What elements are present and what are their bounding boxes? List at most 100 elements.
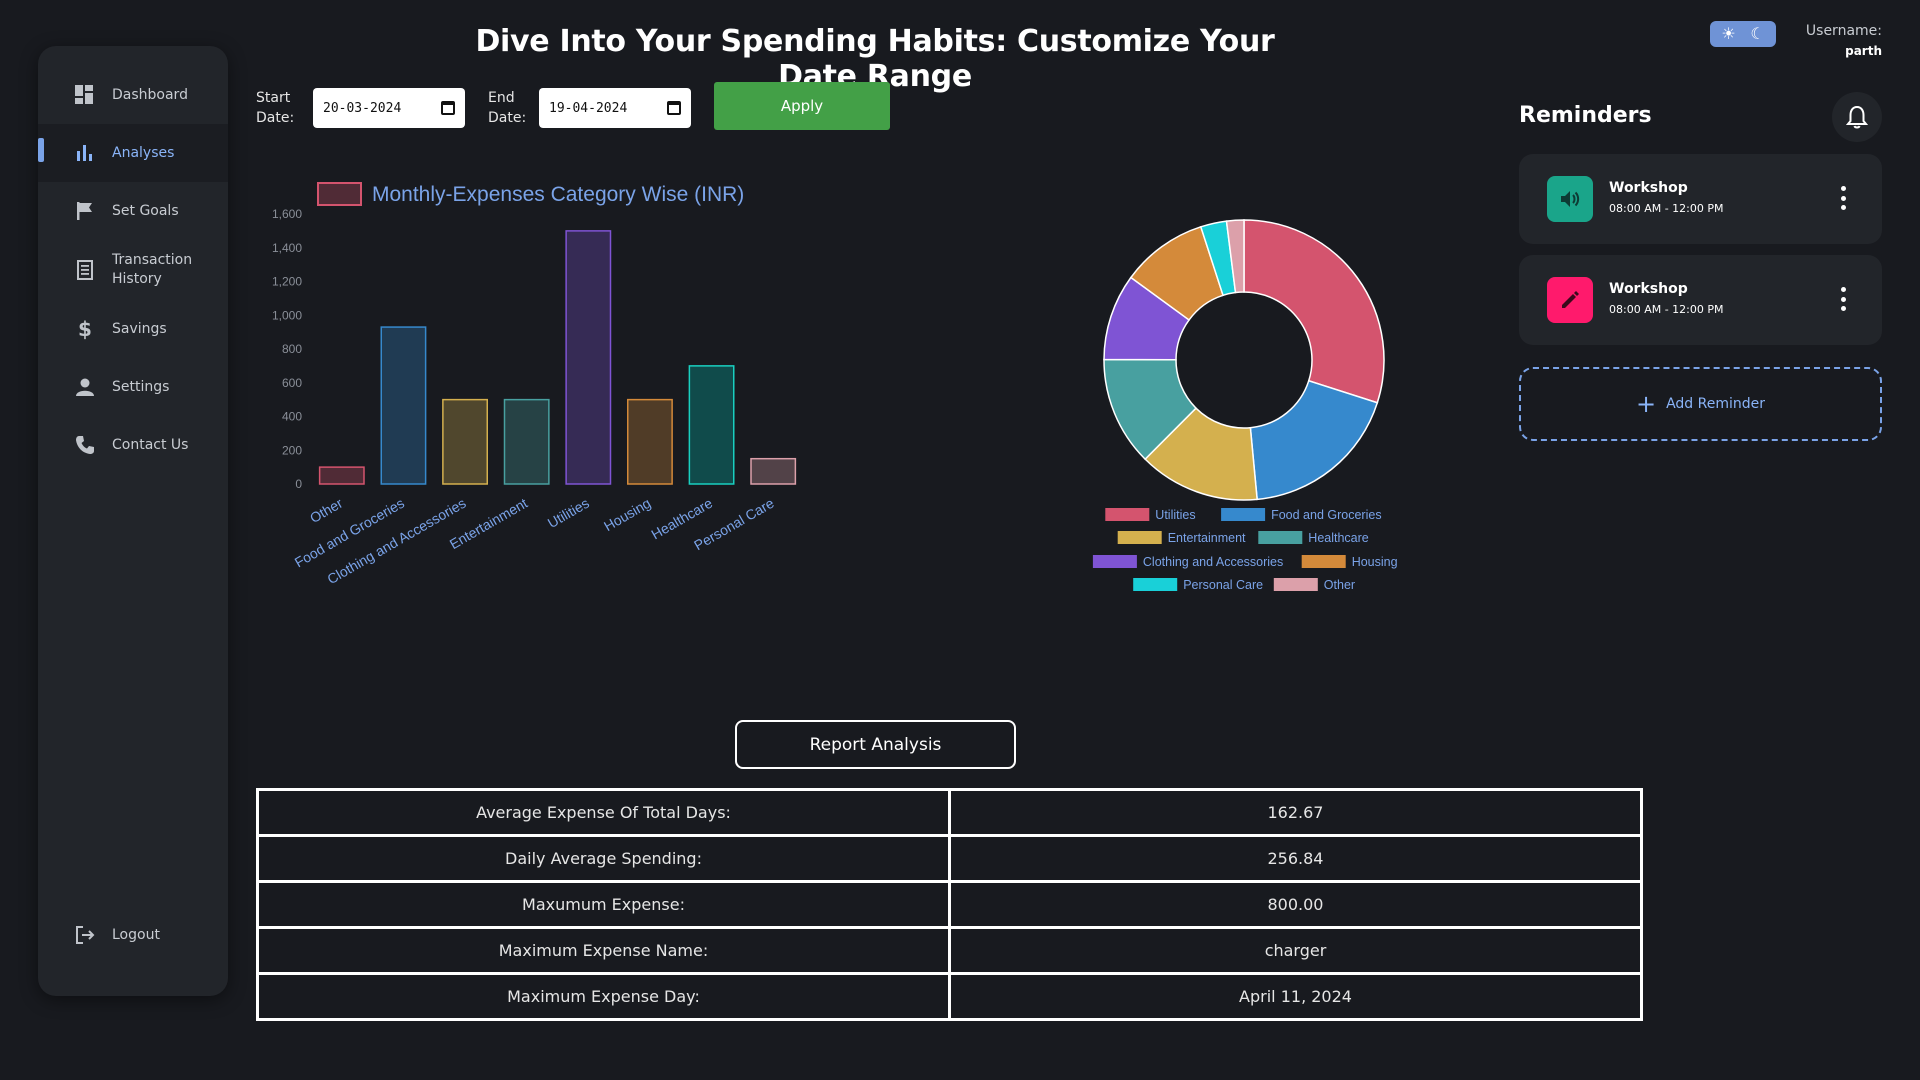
bar-chart: Monthly-Expenses Category Wise (INR) 0 20… <box>272 182 797 587</box>
x-tick-label: Other <box>307 495 346 527</box>
legend-swatch[interactable] <box>1133 578 1178 591</box>
more-vertical-icon[interactable] <box>1840 287 1846 311</box>
legend-swatch[interactable] <box>1258 531 1303 544</box>
sidebar-item-label: Analyses <box>112 144 175 161</box>
y-tick-label: 1,600 <box>272 207 302 221</box>
end-date-input[interactable]: 19-04-2024 <box>539 88 691 128</box>
reminders-title: Reminders <box>1519 103 1652 128</box>
legend-swatch[interactable] <box>1273 578 1318 591</box>
bar[interactable] <box>627 398 673 485</box>
report-value: 162.67 <box>948 788 1643 837</box>
legend-label[interactable]: Entertainment <box>1168 531 1246 545</box>
table-row: Maximum Expense Name: charger <box>256 926 1643 975</box>
legend-swatch[interactable] <box>1092 555 1137 568</box>
dollar-icon: $ <box>78 317 92 341</box>
legend-label[interactable]: Personal Care <box>1183 578 1263 592</box>
report-label: Maximum Expense Day: <box>256 972 951 1021</box>
bar[interactable] <box>503 398 550 485</box>
bar[interactable] <box>688 365 735 485</box>
calendar-icon[interactable] <box>667 101 681 115</box>
sun-icon[interactable]: ☀ <box>1721 24 1735 44</box>
y-tick-label: 1,200 <box>272 275 302 289</box>
sidebar-item-savings[interactable]: $ Savings <box>38 300 228 358</box>
sidebar-item-analyses[interactable]: Analyses <box>38 124 228 182</box>
y-tick-label: 800 <box>282 342 302 356</box>
start-date-label-line-1: Start <box>256 90 291 106</box>
logout-button[interactable]: Logout <box>38 906 228 964</box>
bar[interactable] <box>565 230 612 485</box>
reminder-card[interactable]: Workshop 08:00 AM - 12:00 PM <box>1519 154 1882 244</box>
legend-label[interactable]: Food and Groceries <box>1271 508 1381 522</box>
reminder-card[interactable]: Workshop 08:00 AM - 12:00 PM <box>1519 255 1882 345</box>
legend-label[interactable]: Other <box>1324 578 1355 592</box>
moon-icon[interactable]: ☾ <box>1750 24 1764 44</box>
more-vertical-icon[interactable] <box>1840 186 1846 210</box>
report-value: 256.84 <box>948 834 1643 883</box>
bar[interactable] <box>442 398 488 485</box>
table-row: Maximum Expense Day: April 11, 2024 <box>256 972 1643 1021</box>
sidebar-item-label: Savings <box>112 320 167 337</box>
report-value: charger <box>948 926 1643 975</box>
notifications-button[interactable] <box>1832 92 1882 142</box>
reminder-name: Workshop <box>1609 281 1688 297</box>
legend-swatch[interactable] <box>1117 531 1162 544</box>
legend-swatch[interactable] <box>1105 508 1150 521</box>
end-date-label-line-1: End <box>488 90 515 106</box>
table-row: Average Expense Of Total Days: 162.67 <box>256 788 1643 837</box>
legend-label[interactable]: Healthcare <box>1308 531 1368 545</box>
sidebar-item-settings[interactable]: Settings <box>38 358 228 416</box>
calendar-icon[interactable] <box>441 101 455 115</box>
pie-slice[interactable] <box>1249 379 1379 501</box>
bar-chart-legend[interactable]: Monthly-Expenses Category Wise (INR) <box>372 183 744 206</box>
doughnut-chart: Utilities Food and Groceries Entertainment… <box>1092 219 1398 592</box>
sidebar-item-contact-us[interactable]: Contact Us <box>38 416 228 474</box>
add-reminder-label: Add Reminder <box>1666 396 1766 412</box>
y-tick-label: 200 <box>282 443 302 457</box>
speaker-icon <box>1547 176 1593 222</box>
reminder-time: 08:00 AM - 12:00 PM <box>1609 303 1724 316</box>
y-tick-label: 600 <box>282 376 302 390</box>
sidebar-item-label: Dashboard <box>112 86 188 103</box>
legend-label[interactable]: Clothing and Accessories <box>1143 555 1283 569</box>
sidebar-item-transaction-history[interactable]: Transaction History <box>38 240 228 300</box>
logout-icon <box>74 924 96 946</box>
bar-chart-icon <box>74 142 96 164</box>
sidebar-item-dashboard[interactable]: Dashboard <box>38 66 228 124</box>
username-value: parth <box>1845 44 1882 58</box>
y-tick-label: 0 <box>295 477 302 491</box>
start-date-label-line-2: Date: <box>256 110 295 126</box>
legend-label[interactable]: Housing <box>1352 555 1398 569</box>
y-tick-label: 1,000 <box>272 308 302 322</box>
legend-swatch[interactable] <box>1221 508 1266 521</box>
bar[interactable] <box>318 466 365 485</box>
person-icon <box>74 376 96 398</box>
reminder-name: Workshop <box>1609 180 1688 196</box>
legend-label[interactable]: Utilities <box>1155 508 1195 522</box>
sidebar-item-label: Set Goals <box>112 202 179 219</box>
flag-icon <box>74 200 96 222</box>
start-date-label: Start Date: <box>256 88 294 128</box>
logout-label: Logout <box>112 926 160 943</box>
theme-toggle[interactable]: ☀ ☾ <box>1710 21 1776 47</box>
sidebar-item-set-goals[interactable]: Set Goals <box>38 182 228 240</box>
legend-swatch[interactable] <box>1301 555 1346 568</box>
apply-button[interactable]: Apply <box>714 82 890 130</box>
add-reminder-button[interactable]: + Add Reminder <box>1519 367 1882 441</box>
bar-legend-swatch[interactable] <box>317 182 362 206</box>
report-table: Average Expense Of Total Days: 162.67 Dai… <box>256 788 1643 1021</box>
bell-icon <box>1846 105 1868 129</box>
x-tick-label: Utilities <box>545 495 592 531</box>
report-analysis-button[interactable]: Report Analysis <box>735 720 1016 769</box>
x-tick-label: Housing <box>601 495 653 535</box>
start-date-value: 20-03-2024 <box>323 100 402 116</box>
username-label: Username: <box>1805 23 1882 39</box>
bar[interactable] <box>380 326 427 485</box>
end-date-label: End Date: <box>488 88 526 128</box>
sidebar-item-label: Settings <box>112 378 170 395</box>
pie-slice[interactable] <box>1243 219 1385 404</box>
end-date-value: 19-04-2024 <box>549 100 628 116</box>
start-date-input[interactable]: 20-03-2024 <box>313 88 465 128</box>
report-label: Maxumum Expense: <box>256 880 951 929</box>
table-row: Maxumum Expense: 800.00 <box>256 880 1643 929</box>
bar[interactable] <box>750 457 797 485</box>
